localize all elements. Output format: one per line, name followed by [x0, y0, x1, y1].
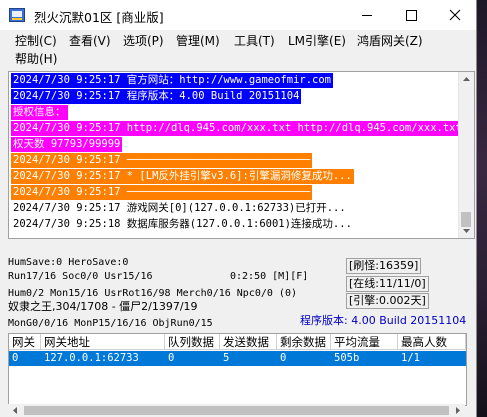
menu-bar: 控制(C) 查看(V) 选项(P) 管理(M) 工具(T) LM引擎(E) 鸿盾… — [0, 30, 476, 68]
scroll-right-icon[interactable] — [452, 405, 463, 416]
menu-control[interactable]: 控制(C) — [15, 33, 57, 50]
scroll-left-icon[interactable] — [10, 405, 21, 416]
table-cell: 1/1 — [401, 352, 420, 364]
table-cell: 505b — [334, 352, 360, 364]
title-bar[interactable]: 烈火沉默01区 [商业版] — [0, 0, 476, 30]
log-line: 2024/7/30 9:25:17 ──────────────────────… — [11, 153, 313, 168]
close-icon — [449, 9, 461, 21]
log-line: 2024/7/30 9:25:17 http://dlq.945.com/xxx… — [11, 121, 474, 136]
table-cell: 0 — [168, 352, 175, 364]
table-cell: 0 — [12, 352, 19, 364]
menu-tools[interactable]: 工具(T) — [234, 33, 275, 50]
status-mon: MonG0/0/16 MonP15/16/16 ObjRun0/15 — [8, 318, 213, 329]
log-scrollbar[interactable] — [458, 72, 474, 238]
log-line: 2024/7/30 9:25:18 数据库服务器(127.0.0.1:6001)… — [13, 218, 352, 230]
menu-help[interactable]: 帮助(H) — [15, 51, 57, 68]
menu-manage[interactable]: 管理(M) — [176, 33, 220, 50]
menu-options[interactable]: 选项(P) — [123, 33, 164, 50]
status-hum-save: HumSave:0 HeroSave:0 — [8, 257, 129, 268]
column-header-sent[interactable]: 发送数据 — [220, 334, 277, 350]
maximize-icon — [406, 10, 417, 21]
table-horizontal-scrollbar[interactable] — [8, 404, 465, 417]
column-header-queue[interactable]: 队列数据 — [165, 334, 220, 350]
refresh-monster-counter: [刷怪:16359] — [346, 258, 422, 274]
status-slave: 奴隶之王,304/1708 - 僵尸2/1397/19 — [8, 300, 198, 313]
log-line: 权天数 97793/99999 — [11, 137, 123, 152]
log-line: 2024/7/30 9:25:17 ──────────────────────… — [11, 185, 313, 200]
engine-counter: [引擎:0.002天] — [346, 293, 429, 309]
scroll-thumb[interactable] — [24, 406, 449, 415]
app-icon — [9, 8, 25, 22]
status-uptime: 0:2:50 [M][F] — [230, 271, 309, 282]
column-header-remaining[interactable]: 剩余数据 — [277, 334, 331, 350]
scroll-up-icon[interactable] — [459, 72, 474, 87]
log-line: 2024/7/30 9:25:17 * [LM反外挂引擎v3.6]:引擎漏洞修复… — [11, 169, 354, 184]
column-header-address[interactable]: 网关地址 — [41, 334, 165, 350]
server-window: 烈火沉默01区 [商业版] 控制(C) 查看(V) 选项(P) 管理(M) 工具… — [0, 0, 477, 417]
log-line: 2024/7/30 9:25:17 游戏网关[0](127.0.0.1:6273… — [13, 202, 346, 214]
minimize-icon — [362, 15, 372, 16]
column-header-avg-traffic[interactable]: 平均流量 — [331, 334, 398, 350]
status-hum: Hum0/2 Mon15/16 UsrRot16/98 Merch0/16 Np… — [8, 288, 297, 299]
program-version: 程序版本: 4.00 Build 20151104 — [300, 314, 467, 327]
minimize-button[interactable] — [345, 0, 389, 30]
column-header-max-users[interactable]: 最高人数 — [398, 334, 466, 350]
status-run: Run17/16 Soc0/0 Usr15/16 — [8, 271, 153, 282]
menu-view[interactable]: 查看(V) — [69, 33, 111, 50]
online-counter: [在线:11/11/0] — [346, 276, 429, 292]
log-panel[interactable]: 2024/7/30 9:25:17 官方网站：http://www.gameof… — [8, 71, 475, 239]
table-cell: 0 — [280, 352, 287, 364]
close-button[interactable] — [433, 0, 476, 30]
log-line: 授权信息： — [11, 105, 68, 120]
window-title: 烈火沉默01区 [商业版] — [34, 10, 164, 25]
menu-shield-gateway[interactable]: 鸿盾网关(Z) — [357, 33, 423, 50]
maximize-button[interactable] — [389, 0, 433, 30]
table-cell: 127.0.0.1:62733 — [44, 352, 139, 364]
log-line: 2024/7/30 9:25:17 官方网站：http://www.gameof… — [11, 73, 334, 88]
menu-lm-engine[interactable]: LM引擎(E) — [288, 33, 346, 50]
table-cell: 5 — [223, 352, 230, 364]
scroll-down-icon[interactable] — [459, 223, 474, 238]
log-line: 2024/7/30 9:25:17 程序版本：4.00 Build 201511… — [11, 89, 302, 104]
column-header-gateway[interactable]: 网关 — [9, 334, 41, 350]
gateway-table[interactable]: 网关 网关地址 队列数据 发送数据 剩余数据 平均流量 最高人数 0 127.0… — [8, 333, 467, 406]
